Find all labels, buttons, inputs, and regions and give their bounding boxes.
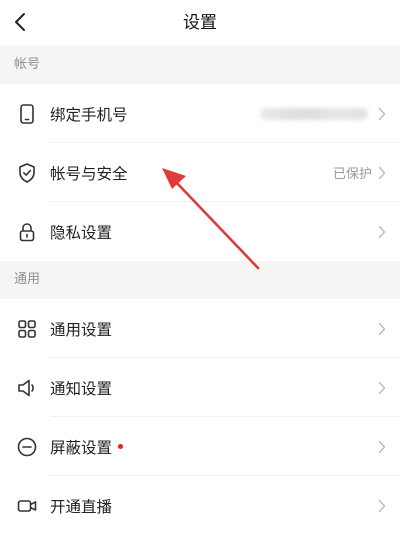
shield-check-icon (16, 162, 38, 184)
top-nav-bar: 设置 (0, 0, 400, 46)
chevron-right-icon (378, 322, 386, 335)
row-live[interactable]: 开通直播 (0, 476, 400, 535)
video-camera-icon (16, 495, 38, 517)
row-label: 屏蔽设置 (50, 438, 113, 457)
grid-icon (16, 318, 38, 340)
notification-badge-dot (118, 444, 124, 449)
page-title: 设置 (183, 13, 217, 33)
row-account-security[interactable]: 帐号与安全 已保护 (0, 143, 400, 202)
section-header-account: 帐号 (0, 46, 400, 84)
row-label: 通知设置 (50, 379, 113, 398)
lock-icon (16, 221, 38, 243)
row-block[interactable]: 屏蔽设置 (0, 417, 400, 476)
blurred-phone-number (260, 107, 368, 120)
row-bind-phone[interactable]: 绑定手机号 (0, 84, 400, 143)
row-label: 开通直播 (50, 497, 113, 516)
minus-circle-icon (16, 436, 38, 458)
chevron-right-icon (378, 381, 386, 394)
row-general-settings[interactable]: 通用设置 (0, 299, 400, 358)
security-status: 已保护 (332, 167, 372, 182)
row-label: 隐私设置 (50, 223, 113, 242)
chevron-right-icon (378, 440, 386, 453)
section-header-general: 通用 (0, 261, 400, 299)
chevron-right-icon (378, 107, 386, 120)
row-label: 帐号与安全 (50, 164, 128, 183)
chevron-right-icon (378, 225, 386, 238)
phone-icon (16, 103, 38, 125)
row-notification[interactable]: 通知设置 (0, 358, 400, 417)
chevron-right-icon (378, 166, 386, 179)
speaker-icon (16, 377, 38, 399)
row-label: 通用设置 (50, 320, 113, 339)
row-privacy[interactable]: 隐私设置 (0, 202, 400, 261)
chevron-right-icon (378, 499, 386, 512)
row-label: 绑定手机号 (50, 105, 128, 124)
